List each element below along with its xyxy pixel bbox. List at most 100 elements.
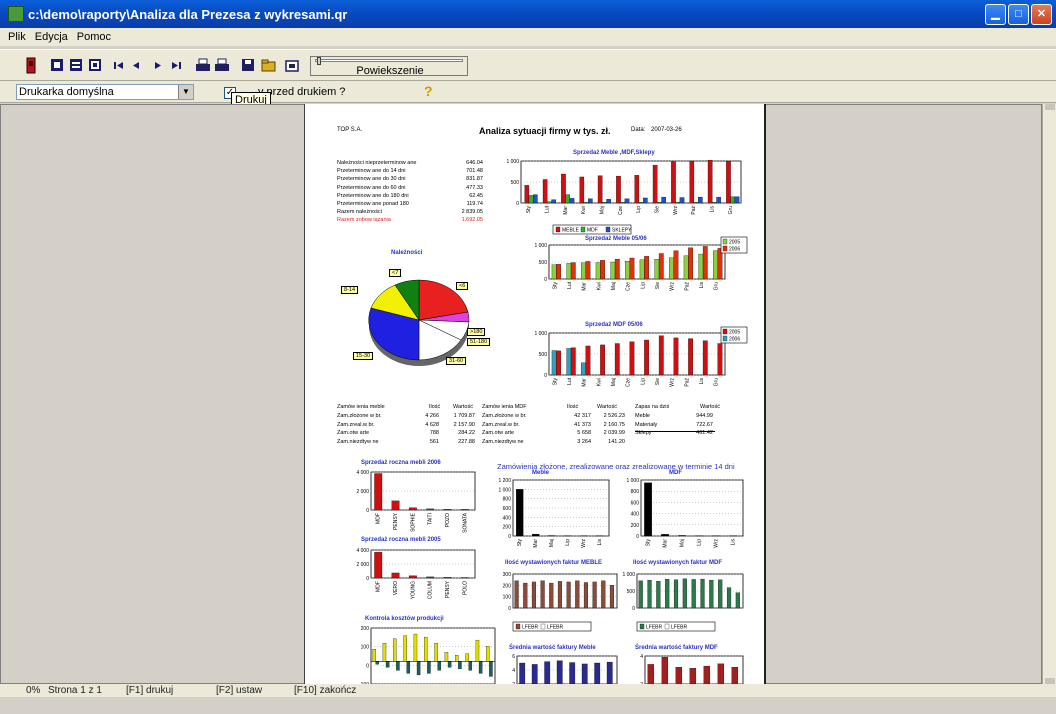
- bar: [732, 667, 738, 684]
- chevron-down-icon[interactable]: ▼: [178, 85, 193, 99]
- receivable-label: Razem należności: [337, 209, 382, 215]
- legend-label: MDF: [587, 228, 598, 234]
- orders-meble-qty: 561: [419, 439, 439, 445]
- x-tick-label: Paź: [691, 206, 697, 215]
- bar: [674, 251, 678, 279]
- chart-legend: LFEBRLFEBR: [637, 622, 715, 631]
- chart-orders-mdf: 1 0008006004002000StyMarMajLipWrzLis: [613, 480, 755, 566]
- bar: [736, 593, 740, 608]
- bar: [547, 202, 551, 203]
- last-page-icon[interactable]: [172, 62, 181, 69]
- x-tick-label: Lis: [699, 282, 705, 289]
- bar: [557, 661, 562, 684]
- y-tick-label: 0: [366, 508, 369, 514]
- status-f1[interactable]: [F1] drukuj: [126, 685, 173, 696]
- status-f2[interactable]: [F2] ustaw: [216, 685, 262, 696]
- bar: [718, 580, 722, 608]
- bar: [479, 661, 482, 673]
- bar: [688, 339, 692, 375]
- x-tick-label: Sie: [655, 378, 661, 385]
- zoom-track[interactable]: [315, 59, 463, 62]
- bar: [552, 265, 556, 279]
- x-tick-label: Sty: [646, 539, 652, 547]
- first-page-icon[interactable]: [114, 62, 123, 69]
- bar: [698, 197, 702, 203]
- x-tick-label: Lut: [545, 205, 551, 213]
- prev-page-icon[interactable]: [133, 62, 139, 69]
- y-tick-label: 0: [544, 277, 547, 283]
- bar: [635, 175, 639, 203]
- x-tick-label: SOPHIE: [410, 512, 416, 532]
- bar: [461, 509, 469, 510]
- y-tick-label: 500: [539, 260, 548, 266]
- exit-icon[interactable]: [27, 58, 35, 73]
- export-icon[interactable]: [286, 61, 298, 71]
- status-page: Strona 1 z 1: [48, 685, 102, 696]
- print-icon[interactable]: [196, 59, 210, 71]
- pie-label: <6: [456, 282, 468, 290]
- x-tick-label: Maj: [611, 282, 617, 290]
- bar: [525, 185, 529, 203]
- minimize-button[interactable]: ▁: [985, 4, 1006, 25]
- status-f10[interactable]: [F10] zakończ: [294, 685, 356, 696]
- next-page-icon[interactable]: [155, 62, 161, 69]
- bar: [520, 663, 525, 684]
- bar: [445, 652, 448, 661]
- single-page-icon[interactable]: [51, 59, 63, 71]
- close-button[interactable]: ✕: [1031, 4, 1052, 25]
- chart-title: Ilość wystawionych faktur MDF: [633, 560, 722, 566]
- bar: [727, 588, 731, 608]
- chart-sales-all: 1 0005000StyLutMarKwiMajCzeLipSieWrzPaźL…: [493, 161, 753, 233]
- two-pages-icon[interactable]: [70, 59, 82, 71]
- bar: [567, 263, 571, 279]
- menu-plik[interactable]: Plik: [8, 31, 26, 43]
- help-icon[interactable]: ?: [424, 83, 433, 99]
- bar: [630, 258, 634, 279]
- y-tick-label: 100: [361, 645, 370, 651]
- printer-select-value: Drukarka domyślna: [19, 86, 114, 98]
- bar: [593, 582, 597, 608]
- receivable-value: 2 839.05: [451, 209, 483, 215]
- legend-swatch: [723, 239, 727, 244]
- orders-meble-value: 227.88: [447, 439, 475, 445]
- date-label: Data:: [631, 127, 645, 133]
- legend-swatch: [723, 246, 727, 251]
- bar: [703, 246, 707, 279]
- receivable-value: 701.48: [451, 168, 483, 174]
- orders-mdf-qty: 42 317: [569, 413, 591, 419]
- chart-title: Sprzedaż Meble 05/06: [585, 236, 647, 242]
- x-tick-label: MDF: [376, 581, 382, 592]
- bar: [712, 202, 716, 203]
- menu-edycja[interactable]: Edycja: [35, 31, 68, 43]
- y-tick-label: 1 000: [534, 331, 547, 337]
- y-tick-label: 4: [640, 654, 643, 660]
- y-tick-label: 6: [512, 654, 515, 660]
- orders-mdf-label: Zam.złożone w br.: [482, 413, 527, 419]
- print-setup-icon[interactable]: [215, 59, 229, 71]
- printer-select[interactable]: Drukarka domyślna ▼: [16, 84, 194, 100]
- save-icon[interactable]: [242, 59, 254, 71]
- x-tick-label: Cze: [618, 206, 624, 215]
- menu-pomoc[interactable]: Pomoc: [77, 31, 111, 43]
- y-tick-label: 4: [512, 668, 515, 674]
- x-tick-label: POZO: [445, 513, 451, 527]
- multi-page-icon[interactable]: [89, 59, 101, 71]
- bar: [581, 263, 585, 279]
- legend-swatch: [723, 329, 727, 334]
- legend-label: 2005: [729, 330, 740, 336]
- y-tick-label: 800: [503, 497, 512, 503]
- x-tick-label: VERO: [393, 581, 399, 595]
- chart-subtitle: MDF: [669, 470, 682, 476]
- zoom-slider[interactable]: Powiekszenie: [310, 56, 468, 76]
- y-tick-label: 1 000: [506, 159, 519, 165]
- vertical-scrollbar[interactable]: [1042, 104, 1056, 684]
- maximize-button[interactable]: □: [1008, 4, 1029, 25]
- bar: [461, 577, 469, 578]
- x-tick-label: Lut: [567, 377, 573, 385]
- legend-label: LFEBR: [547, 625, 564, 631]
- bar: [703, 341, 707, 375]
- bar: [653, 165, 657, 203]
- open-icon[interactable]: [262, 60, 275, 71]
- bar: [655, 259, 659, 279]
- zoom-thumb[interactable]: [317, 57, 321, 65]
